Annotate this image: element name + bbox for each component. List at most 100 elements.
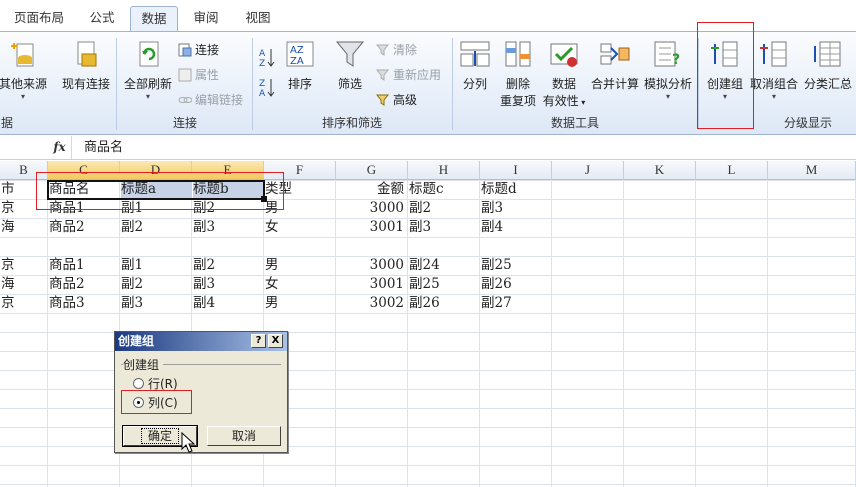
svg-text:Z: Z — [259, 59, 265, 68]
table-cell[interactable]: 商品3 — [49, 294, 120, 313]
divider — [452, 38, 453, 130]
svg-text:?: ? — [672, 52, 680, 68]
ungroup-icon — [758, 38, 790, 70]
edit-links-icon — [178, 93, 193, 107]
tab-data[interactable]: 数据 — [130, 6, 178, 32]
sort-za-icon: ZA — [258, 79, 276, 101]
sort-za-button[interactable]: ZA — [258, 76, 276, 104]
table-cell[interactable]: 副26 — [481, 275, 552, 294]
table-cell[interactable]: 副27 — [481, 294, 552, 313]
table-cell[interactable]: 副3 — [193, 218, 264, 237]
table-cell[interactable]: 3002 — [337, 294, 408, 313]
edit-links-button[interactable]: 编辑链接 — [178, 90, 243, 110]
table-cell[interactable]: 副26 — [409, 294, 480, 313]
table-cell[interactable]: 女 — [265, 275, 336, 294]
svg-text:Z: Z — [259, 79, 265, 89]
table-cell[interactable]: 副3 — [121, 294, 192, 313]
table-cell[interactable]: 商品2 — [49, 218, 120, 237]
consolidate-button[interactable]: 合并计算 — [590, 38, 640, 93]
column-header-j[interactable]: J — [552, 161, 624, 180]
table-cell[interactable]: 副3 — [193, 275, 264, 294]
tab-review[interactable]: 审阅 — [184, 6, 228, 32]
reapply-button[interactable]: 重新应用 — [375, 65, 441, 85]
ungroup-button[interactable]: 取消组合 ▾ — [748, 38, 800, 101]
column-header-l[interactable]: L — [696, 161, 768, 180]
table-cell[interactable]: 3001 — [337, 275, 408, 294]
table-cell[interactable]: 副4 — [481, 218, 552, 237]
dialog-titlebar[interactable]: 创建组 ? X — [115, 332, 287, 351]
column-header-i[interactable]: I — [480, 161, 552, 180]
svg-text:ZA: ZA — [290, 56, 304, 67]
table-cell[interactable]: 商品1 — [49, 256, 120, 275]
close-button[interactable]: X — [268, 334, 283, 348]
table-cell[interactable]: 副2 — [409, 199, 480, 218]
table-cell[interactable]: 3001 — [337, 218, 408, 237]
table-cell[interactable]: 副25 — [409, 275, 480, 294]
table-cell[interactable]: 副3 — [481, 199, 552, 218]
other-sources-icon — [7, 38, 39, 70]
table-cell[interactable]: 标题c — [409, 180, 480, 199]
column-header-h[interactable]: H — [408, 161, 480, 180]
remove-duplicates-button[interactable]: 删除 重复项 — [496, 38, 540, 110]
properties-icon — [178, 68, 192, 82]
connections-button[interactable]: 连接 — [178, 40, 219, 60]
text-to-columns-button[interactable]: 分列 — [456, 38, 494, 93]
table-cell[interactable]: 标题d — [481, 180, 552, 199]
svg-text:A: A — [259, 89, 266, 98]
table-cell[interactable]: 副4 — [193, 294, 264, 313]
table-cell[interactable]: 海 — [1, 218, 48, 237]
insert-function-button[interactable]: fx — [48, 136, 72, 159]
data-validation-icon — [548, 38, 580, 70]
group-label-data-tools: 数据工具 — [550, 116, 599, 130]
data-validation-button[interactable]: 数据 有效性 ▾ — [540, 38, 588, 111]
tab-page-layout[interactable]: 页面布局 — [8, 6, 70, 32]
divider — [116, 38, 117, 130]
table-cell[interactable]: 男 — [265, 294, 336, 313]
sort-icon: AZ ZA — [284, 38, 316, 70]
table-cell[interactable]: 男 — [265, 256, 336, 275]
existing-connections-button[interactable]: 现有连接 — [58, 38, 114, 93]
radio-circle-row — [133, 378, 144, 389]
what-if-analysis-button[interactable]: ? 模拟分析 ▾ — [642, 38, 694, 101]
remove-duplicates-icon — [502, 38, 534, 70]
column-header-m[interactable]: M — [768, 161, 856, 180]
table-cell[interactable]: 金额 — [337, 180, 408, 199]
sort-button[interactable]: AZ ZA 排序 — [282, 38, 318, 93]
group-label-sort-filter: 排序和筛选 — [321, 116, 382, 130]
tab-view[interactable]: 视图 — [236, 6, 280, 32]
subtotal-button[interactable]: 分类汇总 — [800, 38, 856, 93]
formula-input[interactable]: 商品名 — [84, 136, 123, 159]
table-cell[interactable]: 3000 — [337, 256, 408, 275]
table-cell[interactable]: 京 — [1, 256, 48, 275]
group-label-connections: 连接 — [172, 116, 197, 130]
properties-button[interactable]: 属性 — [178, 65, 219, 85]
column-header-g[interactable]: G — [336, 161, 408, 180]
cancel-button[interactable]: 取消 — [207, 426, 281, 446]
table-cell[interactable]: 副24 — [409, 256, 480, 275]
table-cell[interactable]: 副1 — [121, 256, 192, 275]
table-cell[interactable]: 副2 — [121, 218, 192, 237]
table-cell[interactable]: 3000 — [337, 199, 408, 218]
refresh-all-button[interactable]: 全部刷新 ▾ — [120, 38, 176, 101]
filter-button[interactable]: 筛选 — [330, 38, 370, 93]
advanced-button[interactable]: 高级 — [375, 90, 417, 110]
table-cell[interactable]: 副2 — [121, 275, 192, 294]
table-cell[interactable]: 商品2 — [49, 275, 120, 294]
refresh-icon — [132, 38, 164, 70]
table-cell[interactable]: 女 — [265, 218, 336, 237]
column-header-k[interactable]: K — [624, 161, 696, 180]
table-cell[interactable]: 副2 — [193, 256, 264, 275]
table-cell[interactable]: 京 — [1, 294, 48, 313]
help-button[interactable]: ? — [251, 334, 266, 348]
table-cell[interactable]: 副3 — [409, 218, 480, 237]
clear-button[interactable]: 清除 — [375, 40, 417, 60]
tab-formulas[interactable]: 公式 — [80, 6, 124, 32]
table-cell[interactable]: 海 — [1, 275, 48, 294]
grid-line — [695, 180, 696, 487]
sort-az-button[interactable]: AZ — [258, 46, 276, 74]
row-radio[interactable]: 行(R) — [133, 377, 178, 391]
other-sources-button[interactable]: 其他来源 ▾ — [0, 38, 50, 101]
svg-text:A: A — [259, 49, 266, 59]
highlight-box-column-option — [121, 390, 192, 414]
table-cell[interactable]: 副25 — [481, 256, 552, 275]
